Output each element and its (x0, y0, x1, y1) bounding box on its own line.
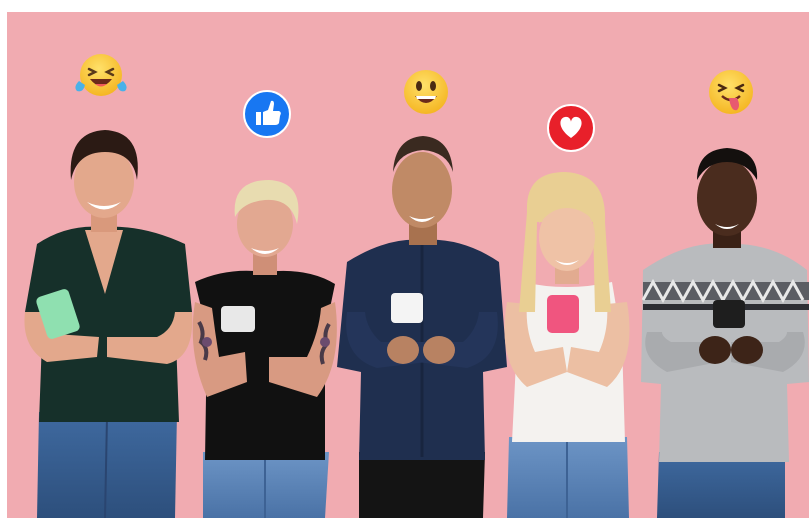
tongue-out-winking-emoji-icon (709, 70, 753, 114)
grinning-emoji-icon (404, 70, 448, 114)
phone-4 (547, 295, 579, 333)
phone-5 (713, 300, 745, 328)
phone-3 (391, 293, 423, 323)
photo-scene (7, 12, 809, 518)
thumbs-up-like-icon (243, 90, 291, 138)
phone-2 (221, 306, 255, 332)
red-heart-icon (547, 104, 595, 152)
photo-illustration (7, 12, 809, 518)
